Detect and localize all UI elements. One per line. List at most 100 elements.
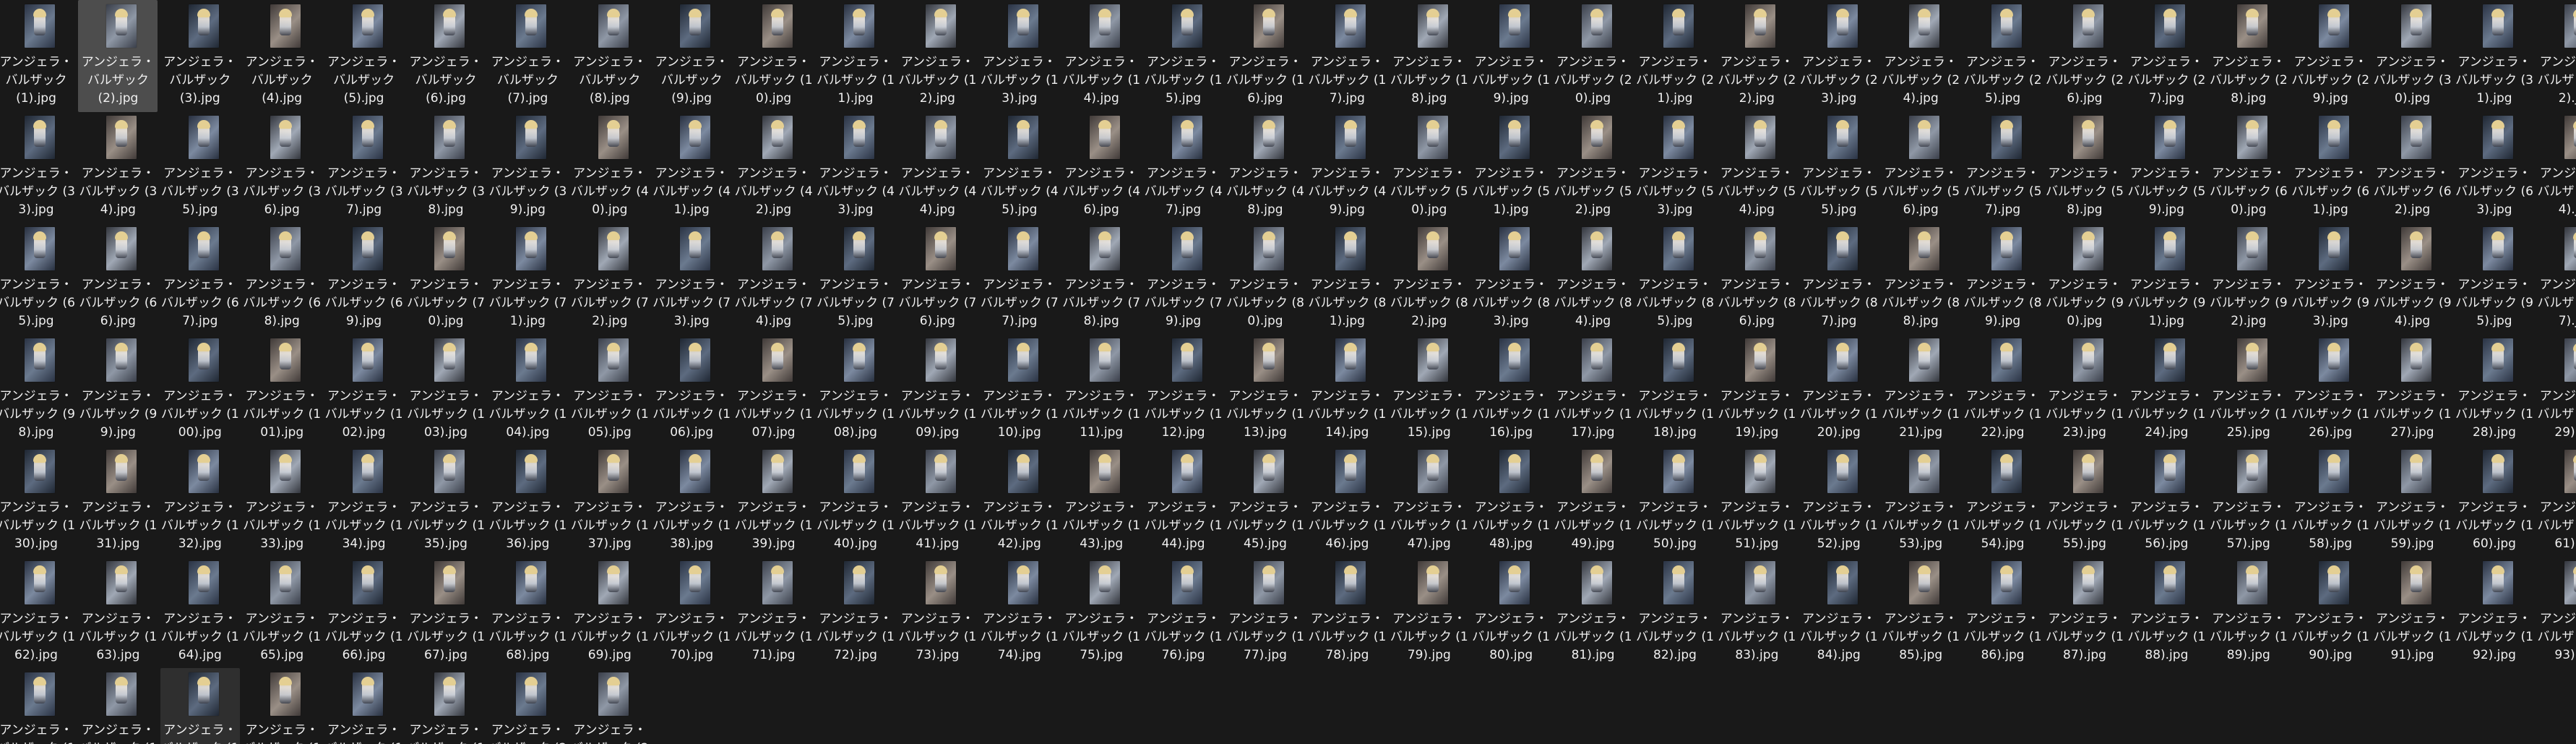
file-item[interactable]: アンジェラ・バルザック (24).jpg — [1881, 0, 1960, 112]
file-item[interactable]: アンジェラ・バルザック (60).jpg — [2209, 111, 2288, 223]
file-item[interactable]: アンジェラ・バルザック (4).jpg — [242, 0, 322, 112]
file-item[interactable]: アンジェラ・バルザック (25).jpg — [1963, 0, 2043, 112]
file-item[interactable]: アンジェラ・バルザック (84).jpg — [1554, 223, 1633, 335]
file-item[interactable]: アンジェラ・バルザック (108).jpg — [816, 334, 895, 446]
file-item[interactable]: アンジェラ・バルザック (112).jpg — [1144, 334, 1223, 446]
file-item[interactable]: アンジェラ・バルザック (122).jpg — [1963, 334, 2043, 446]
file-item[interactable]: アンジェラ・バルザック (100).jpg — [160, 334, 240, 446]
file-item[interactable]: アンジェラ・バルザック (77).jpg — [980, 223, 1059, 335]
file-item[interactable]: アンジェラ・バルザック (177).jpg — [1225, 557, 1305, 669]
file-item[interactable]: アンジェラ・バルザック (6).jpg — [406, 0, 486, 112]
file-item[interactable]: アンジェラ・バルザック (156).jpg — [2127, 445, 2206, 557]
file-item[interactable]: アンジェラ・バルザック (128).jpg — [2455, 334, 2534, 446]
file-item[interactable]: アンジェラ・バルザック (181).jpg — [1554, 557, 1633, 669]
file-item[interactable]: アンジェラ・バルザック (14).jpg — [1061, 0, 1141, 112]
file-item[interactable]: アンジェラ・バルザック (57).jpg — [1963, 111, 2043, 223]
file-item[interactable]: アンジェラ・バルザック (125).jpg — [2209, 334, 2288, 446]
file-item[interactable]: アンジェラ・バルザック (38).jpg — [406, 111, 486, 223]
file-item[interactable]: アンジェラ・バルザック (138).jpg — [652, 445, 731, 557]
file-item[interactable]: アンジェラ・バルザック (159).jpg — [2373, 445, 2452, 557]
file-item[interactable]: アンジェラ・バルザック (59).jpg — [2127, 111, 2206, 223]
file-item[interactable]: アンジェラ・バルザック (43).jpg — [816, 111, 895, 223]
file-item[interactable]: アンジェラ・バルザック (189).jpg — [2209, 557, 2288, 669]
file-item[interactable]: アンジェラ・バルザック (42).jpg — [734, 111, 814, 223]
file-item[interactable]: アンジェラ・バルザック (165).jpg — [242, 557, 322, 669]
file-item[interactable]: アンジェラ・バルザック (89).jpg — [1963, 223, 2043, 335]
file-item[interactable]: アンジェラ・バルザック (45).jpg — [980, 111, 1059, 223]
file-item[interactable]: アンジェラ・バルザック (10).jpg — [734, 0, 814, 112]
file-item[interactable]: アンジェラ・バルザック (145).jpg — [1225, 445, 1305, 557]
file-item[interactable]: アンジェラ・バルザック (180).jpg — [1471, 557, 1551, 669]
file-item[interactable]: アンジェラ・バルザック (133).jpg — [242, 445, 322, 557]
file-item[interactable]: アンジェラ・バルザック (95).jpg — [2455, 223, 2534, 335]
file-item[interactable]: アンジェラ・バルザック (160).jpg — [2455, 445, 2534, 557]
file-item[interactable]: アンジェラ・バルザック (190).jpg — [2291, 557, 2370, 669]
file-item[interactable]: アンジェラ・バルザック (195).jpg — [78, 668, 158, 744]
file-item[interactable]: アンジェラ・バルザック (162).jpg — [0, 557, 76, 669]
file-item[interactable]: アンジェラ・バルザック (139).jpg — [734, 445, 814, 557]
file-item[interactable]: アンジェラ・バルザック (46).jpg — [1061, 111, 1141, 223]
file-item[interactable]: アンジェラ・バルザック (198).jpg — [324, 668, 404, 744]
file-item[interactable]: アンジェラ・バルザック (182).jpg — [1635, 557, 1715, 669]
file-item[interactable]: アンジェラ・バルザック (23).jpg — [1799, 0, 1879, 112]
file-item[interactable]: アンジェラ・バルザック (81).jpg — [1307, 223, 1387, 335]
file-item[interactable]: アンジェラ・バルザック (26).jpg — [2045, 0, 2124, 112]
file-item[interactable]: アンジェラ・バルザック (44).jpg — [897, 111, 977, 223]
file-item[interactable]: アンジェラ・バルザック (111).jpg — [1061, 334, 1141, 446]
file-item[interactable]: アンジェラ・バルザック (129).jpg — [2536, 334, 2576, 446]
file-item[interactable]: アンジェラ・バルザック (172).jpg — [816, 557, 895, 669]
file-item[interactable]: アンジェラ・バルザック (167).jpg — [406, 557, 486, 669]
file-item[interactable]: アンジェラ・バルザック (114).jpg — [1307, 334, 1387, 446]
file-item[interactable]: アンジェラ・バルザック (28).jpg — [2209, 0, 2288, 112]
file-item[interactable]: アンジェラ・バルザック (21).jpg — [1635, 0, 1715, 112]
file-item[interactable]: アンジェラ・バルザック (136).jpg — [488, 445, 567, 557]
file-item[interactable]: アンジェラ・バルザック (131).jpg — [78, 445, 158, 557]
file-item[interactable]: アンジェラ・バルザック (120).jpg — [1799, 334, 1879, 446]
file-item[interactable]: アンジェラ・バルザック (87).jpg — [1799, 223, 1879, 335]
file-item[interactable]: アンジェラ・バルザック (170).jpg — [652, 557, 731, 669]
file-item[interactable]: アンジェラ・バルザック (79).jpg — [1144, 223, 1223, 335]
file-item[interactable]: アンジェラ・バルザック (74).jpg — [734, 223, 814, 335]
file-item[interactable]: アンジェラ・バルザック (179).jpg — [1390, 557, 1469, 669]
file-item[interactable]: アンジェラ・バルザック (149).jpg — [1554, 445, 1633, 557]
file-item[interactable]: アンジェラ・バルザック (158).jpg — [2291, 445, 2370, 557]
file-item[interactable]: アンジェラ・バルザック (187).jpg — [2045, 557, 2124, 669]
file-item[interactable]: アンジェラ・バルザック (82).jpg — [1390, 223, 1469, 335]
file-item[interactable]: アンジェラ・バルザック (117).jpg — [1554, 334, 1633, 446]
file-item[interactable]: アンジェラ・バルザック (61).jpg — [2291, 111, 2370, 223]
file-item[interactable]: アンジェラ・バルザック (200).jpg — [488, 668, 567, 744]
file-item[interactable]: アンジェラ・バルザック (197).jpg — [242, 668, 322, 744]
file-item[interactable]: アンジェラ・バルザック (121).jpg — [1881, 334, 1960, 446]
file-item[interactable]: アンジェラ・バルザック (5).jpg — [324, 0, 404, 112]
file-item[interactable]: アンジェラ・バルザック (130).jpg — [0, 445, 76, 557]
file-item[interactable]: アンジェラ・バルザック (147).jpg — [1390, 445, 1469, 557]
file-item[interactable]: アンジェラ・バルザック (118).jpg — [1635, 334, 1715, 446]
file-item[interactable]: アンジェラ・バルザック (37).jpg — [324, 111, 404, 223]
file-item[interactable]: アンジェラ・バルザック (155).jpg — [2045, 445, 2124, 557]
file-item[interactable]: アンジェラ・バルザック (188).jpg — [2127, 557, 2206, 669]
file-item[interactable]: アンジェラ・バルザック (102).jpg — [324, 334, 404, 446]
file-item[interactable]: アンジェラ・バルザック (34).jpg — [78, 111, 158, 223]
file-item[interactable]: アンジェラ・バルザック (142).jpg — [980, 445, 1059, 557]
file-item[interactable]: アンジェラ・バルザック (32).jpg — [2536, 0, 2576, 112]
file-item[interactable]: アンジェラ・バルザック (29).jpg — [2291, 0, 2370, 112]
file-item[interactable]: アンジェラ・バルザック (54).jpg — [1717, 111, 1796, 223]
file-item[interactable]: アンジェラ・バルザック (52).jpg — [1554, 111, 1633, 223]
file-item[interactable]: アンジェラ・バルザック (132).jpg — [160, 445, 240, 557]
file-item[interactable]: アンジェラ・バルザック (134).jpg — [324, 445, 404, 557]
file-item[interactable]: アンジェラ・バルザック (186).jpg — [1963, 557, 2043, 669]
file-item[interactable]: アンジェラ・バルザック (124).jpg — [2127, 334, 2206, 446]
file-item[interactable]: アンジェラ・バルザック (63).jpg — [2455, 111, 2534, 223]
file-item[interactable]: アンジェラ・バルザック (19).jpg — [1471, 0, 1551, 112]
file-item[interactable]: アンジェラ・バルザック (184).jpg — [1799, 557, 1879, 669]
file-item[interactable]: アンジェラ・バルザック (69).jpg — [324, 223, 404, 335]
file-item[interactable]: アンジェラ・バルザック (168).jpg — [488, 557, 567, 669]
file-item[interactable]: アンジェラ・バルザック (75).jpg — [816, 223, 895, 335]
file-item[interactable]: アンジェラ・バルザック (101).jpg — [242, 334, 322, 446]
file-item[interactable]: アンジェラ・バルザック (85).jpg — [1635, 223, 1715, 335]
file-item[interactable]: アンジェラ・バルザック (148).jpg — [1471, 445, 1551, 557]
file-item[interactable]: アンジェラ・バルザック (30).jpg — [2373, 0, 2452, 112]
file-item[interactable]: アンジェラ・バルザック (9).jpg — [652, 0, 731, 112]
file-item[interactable]: アンジェラ・バルザック (39).jpg — [488, 111, 567, 223]
file-item[interactable]: アンジェラ・バルザック (93).jpg — [2291, 223, 2370, 335]
